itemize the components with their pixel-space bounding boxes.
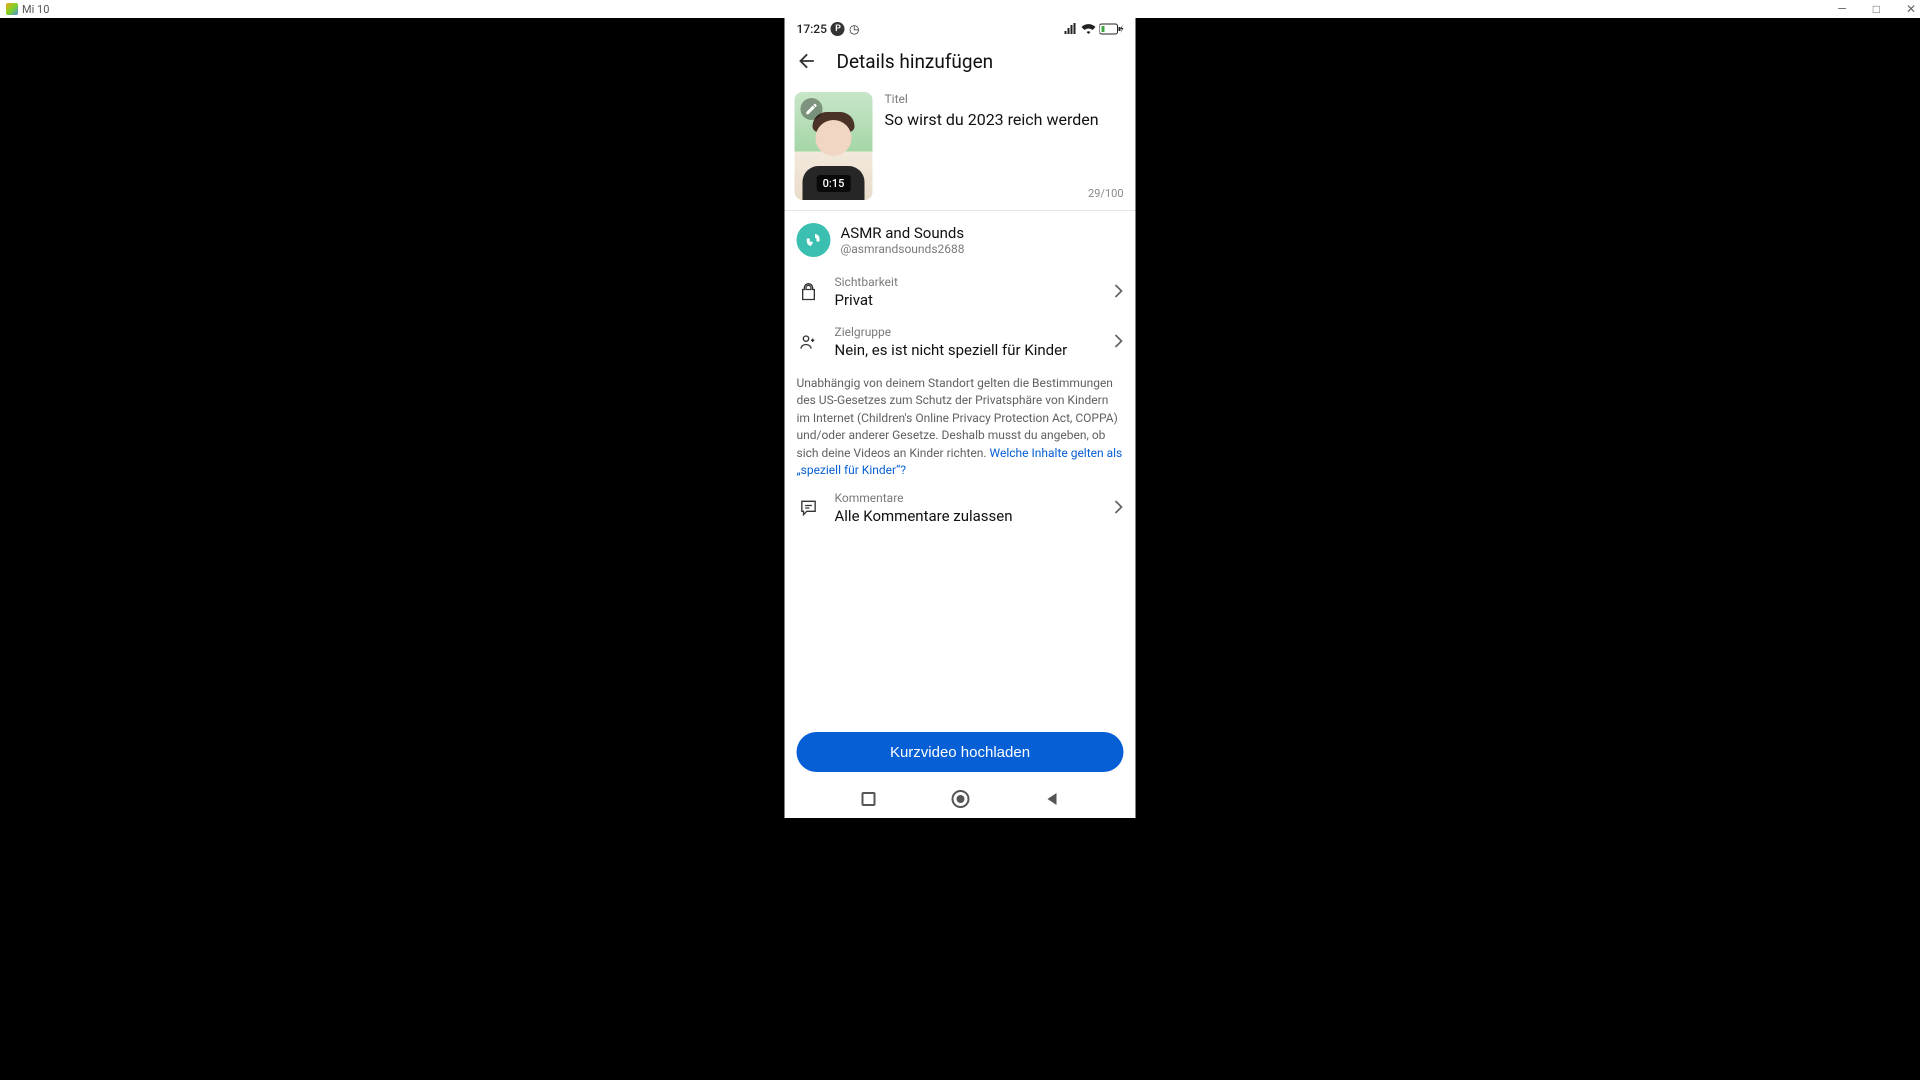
back-button[interactable] xyxy=(795,49,819,73)
page-title: Details hinzufügen xyxy=(837,50,994,73)
title-label: Titel xyxy=(885,92,1124,106)
channel-avatar xyxy=(797,223,831,257)
status-time: 17:25 xyxy=(797,22,827,36)
edit-thumbnail-icon[interactable] xyxy=(801,98,823,120)
status-p-icon: P xyxy=(831,22,845,36)
chevron-right-icon xyxy=(1114,283,1124,302)
nav-home-button[interactable] xyxy=(949,788,971,810)
nav-recent-button[interactable] xyxy=(857,788,879,810)
visibility-row[interactable]: Sichtbarkeit Privat xyxy=(785,267,1136,317)
phone-screen: 17:25 P ◷ Details hinzufügen xyxy=(785,18,1136,818)
window-titlebar: Mi 10 — □ ✕ xyxy=(0,0,1920,18)
app-header: Details hinzufügen xyxy=(785,40,1136,82)
close-button[interactable]: ✕ xyxy=(1906,2,1916,16)
comments-label: Kommentare xyxy=(835,491,1100,505)
app-icon xyxy=(6,3,18,15)
mirror-background: 17:25 P ◷ Details hinzufügen xyxy=(0,18,1920,1080)
visibility-label: Sichtbarkeit xyxy=(835,275,1100,289)
lock-icon xyxy=(797,280,821,304)
channel-handle: @asmrandsounds2688 xyxy=(841,242,965,256)
comments-value: Alle Kommentare zulassen xyxy=(835,507,1100,525)
wifi-icon xyxy=(1082,23,1096,35)
channel-name: ASMR and Sounds xyxy=(841,224,965,242)
nav-back-button[interactable] xyxy=(1041,788,1063,810)
comments-row[interactable]: Kommentare Alle Kommentare zulassen xyxy=(785,483,1136,533)
audience-icon xyxy=(797,330,821,354)
video-thumbnail[interactable]: 0:15 xyxy=(795,92,873,200)
visibility-value: Privat xyxy=(835,291,1100,309)
upload-button-label: Kurzvideo hochladen xyxy=(890,744,1030,761)
status-bar: 17:25 P ◷ xyxy=(785,18,1136,40)
status-clock-icon: ◷ xyxy=(849,22,859,36)
audience-label: Zielgruppe xyxy=(835,325,1100,339)
chevron-right-icon xyxy=(1114,333,1124,352)
upload-button[interactable]: Kurzvideo hochladen xyxy=(797,732,1124,772)
maximize-button[interactable]: □ xyxy=(1873,2,1880,16)
title-section[interactable]: 0:15 Titel So wirst du 2023 reich werden… xyxy=(785,82,1136,211)
window-title: Mi 10 xyxy=(22,3,49,16)
android-nav-bar xyxy=(785,782,1136,818)
minimize-button[interactable]: — xyxy=(1837,2,1846,16)
chevron-right-icon xyxy=(1114,499,1124,518)
audience-value: Nein, es ist nicht speziell für Kinder xyxy=(835,341,1100,359)
comments-icon xyxy=(797,496,821,520)
battery-charging-icon xyxy=(1100,23,1124,35)
signal-icon xyxy=(1064,23,1078,35)
channel-row[interactable]: ASMR and Sounds @asmrandsounds2688 xyxy=(785,211,1136,267)
title-value[interactable]: So wirst du 2023 reich werden xyxy=(885,110,1124,130)
coppa-notice: Unabhängig von deinem Standort gelten di… xyxy=(785,367,1136,483)
title-char-count: 29/100 xyxy=(1088,187,1123,200)
audience-row[interactable]: Zielgruppe Nein, es ist nicht speziell f… xyxy=(785,317,1136,367)
video-duration: 0:15 xyxy=(817,175,851,192)
